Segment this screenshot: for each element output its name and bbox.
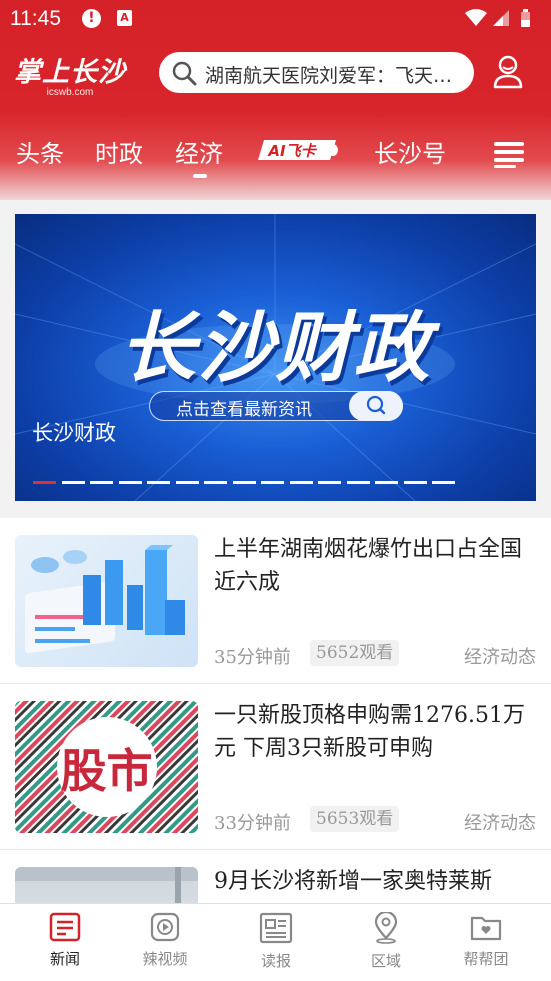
menu-icon[interactable]: [494, 140, 524, 168]
nav-news[interactable]: 新闻: [25, 912, 105, 969]
nav-news-label: 新闻: [49, 950, 80, 968]
carousel-dot[interactable]: [289, 481, 313, 484]
status-indicators: [463, 8, 541, 32]
carousel-dot[interactable]: [61, 481, 85, 484]
carousel-dot[interactable]: [118, 481, 142, 484]
search-bar[interactable]: 湖南航天医院刘爱军：飞天护航: [159, 52, 474, 93]
tab-changshahao[interactable]: 长沙号: [374, 134, 446, 169]
carousel-dot[interactable]: [346, 481, 370, 484]
news-thumbnail: [15, 535, 198, 667]
carousel-dot[interactable]: [261, 481, 284, 484]
wifi-icon: [465, 9, 487, 26]
news-thumbnail: [15, 867, 198, 904]
banner-caption: 长沙财政: [32, 421, 116, 445]
logo-domain: icswb.com: [46, 87, 94, 98]
carousel-dot[interactable]: [175, 481, 199, 484]
nav-newspaper-label: 读报: [260, 952, 291, 970]
tab-jingji[interactable]: 经济: [175, 134, 223, 169]
news-item[interactable]: 9月长沙将新增一家奥特莱斯: [0, 850, 551, 904]
news-thumbnail: 股市: [15, 701, 198, 833]
alert-icon: !: [82, 9, 101, 28]
banner-carousel[interactable]: 长沙财政 点击查看最新资讯 长沙财政: [15, 214, 536, 501]
search-icon: [172, 61, 197, 86]
news-views: 5652观看: [310, 640, 400, 666]
location-icon: [374, 912, 398, 944]
nav-help-group[interactable]: 帮帮团: [446, 912, 526, 969]
signal-icon: [493, 10, 509, 26]
news-time: 35分钟前: [214, 647, 291, 668]
carousel-dot[interactable]: [204, 481, 227, 484]
status-time: 11:45: [10, 7, 61, 30]
video-icon: [150, 912, 180, 942]
nav-region[interactable]: 区域: [346, 912, 426, 971]
tab-shizheng[interactable]: 时政: [95, 134, 143, 169]
news-views: 5653观看: [310, 806, 400, 832]
nav-region-label: 区域: [370, 952, 401, 970]
app-header: 11:45 ! A 掌上长沙 icswb.com 湖南航天医院刘爱军：飞天护航 …: [0, 0, 551, 200]
news-icon: [49, 912, 81, 942]
banner-search-button[interactable]: 点击查看最新资讯: [149, 391, 403, 421]
news-time: 33分钟前: [214, 813, 291, 834]
news-title: 一只新股顶格申购需1276.51万元 下周3只新股可申购: [214, 703, 525, 761]
app-logo[interactable]: 掌上长沙 icswb.com: [14, 50, 144, 98]
carousel-dot[interactable]: [232, 481, 256, 484]
channel-tabs: 头条 时政 经济 AI飞卡 长沙号: [0, 134, 551, 180]
news-feed: 上半年湖南烟花爆竹出口占全国近六成 35分钟前 5652观看 经济动态 股市 一…: [0, 518, 551, 904]
news-title: 上半年湖南烟花爆竹出口占全国近六成: [214, 537, 523, 595]
ai-tab-label: AI飞卡: [267, 142, 317, 160]
logo-text: 掌上长沙: [14, 57, 126, 88]
carousel-dot[interactable]: [375, 481, 398, 484]
carousel-dot[interactable]: [432, 481, 455, 484]
banner-search-label: 点击查看最新资讯: [176, 400, 312, 420]
search-icon: [366, 395, 386, 415]
carousel-dot[interactable]: [33, 481, 56, 484]
nav-video[interactable]: 辣视频: [125, 912, 205, 969]
thumbnail-caption: 股市: [60, 744, 153, 798]
folder-heart-icon: [470, 916, 502, 941]
news-category[interactable]: 经济动态: [464, 809, 536, 835]
news-category[interactable]: 经济动态: [464, 643, 536, 669]
nav-help-group-label: 帮帮团: [463, 950, 509, 968]
newspaper-icon: [259, 912, 293, 944]
bottom-navigation: 新闻 辣视频 读报 区域 帮帮团: [0, 903, 551, 981]
search-hint: 湖南航天医院刘爱军：飞天护航: [205, 65, 461, 87]
tab-toutiao[interactable]: 头条: [16, 134, 64, 169]
active-tab-indicator: [193, 174, 207, 178]
nav-video-label: 辣视频: [142, 950, 188, 968]
carousel-dot[interactable]: [318, 481, 341, 484]
nav-newspaper[interactable]: 读报: [236, 912, 316, 971]
news-item[interactable]: 上半年湖南烟花爆竹出口占全国近六成 35分钟前 5652观看 经济动态: [0, 518, 551, 684]
carousel-dot[interactable]: [147, 481, 170, 484]
battery-icon: [521, 9, 530, 27]
banner-title: 长沙财政: [119, 303, 432, 392]
status-bar: 11:45 ! A: [0, 0, 551, 36]
tab-ai-feika[interactable]: AI飞卡: [256, 138, 338, 162]
user-profile-icon[interactable]: [492, 54, 524, 90]
carousel-dot[interactable]: [90, 481, 113, 484]
app-notification-icon: A: [117, 10, 132, 26]
news-item[interactable]: 股市 一只新股顶格申购需1276.51万元 下周3只新股可申购 33分钟前 56…: [0, 684, 551, 850]
news-title: 9月长沙将新增一家奥特莱斯: [214, 869, 492, 894]
carousel-dot[interactable]: [403, 481, 427, 484]
